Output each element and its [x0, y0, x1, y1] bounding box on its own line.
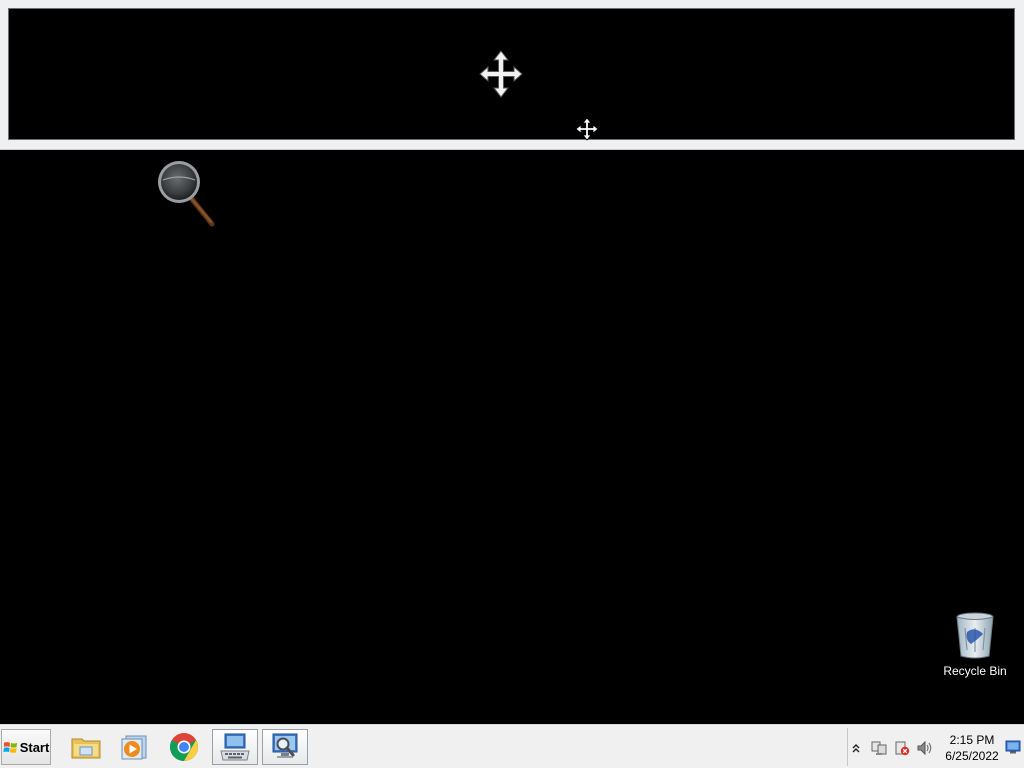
show-desktop-icon[interactable]	[1005, 740, 1021, 754]
taskbar-file-explorer[interactable]	[63, 729, 109, 765]
magnifier-app-icon	[272, 733, 298, 758]
windows-logo-icon	[3, 741, 17, 753]
taskbar-media-player[interactable]	[111, 729, 157, 765]
move-cursor-icon	[575, 117, 599, 141]
start-label: Start	[19, 739, 50, 755]
taskbar: Start 2:15 PM 6/25/2022	[0, 724, 1024, 768]
clock-time: 2:15 PM	[949, 733, 995, 747]
show-hidden-icons-chevron[interactable]	[851, 740, 861, 756]
media-player-icon	[121, 735, 147, 760]
recycle-bin-icon	[956, 612, 994, 659]
on-screen-keyboard-icon	[220, 733, 250, 761]
volume-icon[interactable]	[916, 740, 934, 756]
move-arrows-icon	[479, 50, 523, 98]
action-center-icon[interactable]	[893, 740, 911, 756]
start-button[interactable]: Start	[1, 729, 51, 765]
taskbar-chrome[interactable]	[161, 729, 207, 765]
clock[interactable]: 2:15 PM 6/25/2022	[942, 732, 1002, 764]
recycle-bin[interactable]: Recycle Bin	[938, 610, 1012, 682]
taskbar-on-screen-keyboard[interactable]	[212, 729, 258, 765]
magnifier-lens-icon[interactable]	[155, 158, 219, 230]
magnifier-window	[0, 0, 1024, 150]
recycle-bin-label: Recycle Bin	[943, 664, 1007, 678]
network-icon[interactable]	[870, 740, 888, 756]
clock-date: 6/25/2022	[945, 749, 999, 763]
chrome-icon	[170, 733, 198, 761]
file-explorer-icon	[71, 738, 101, 759]
desktop: Recycle Bin	[0, 0, 1024, 724]
taskbar-magnifier[interactable]	[262, 729, 308, 765]
system-tray: 2:15 PM 6/25/2022	[847, 728, 1024, 766]
magnifier-view[interactable]	[8, 8, 1015, 141]
